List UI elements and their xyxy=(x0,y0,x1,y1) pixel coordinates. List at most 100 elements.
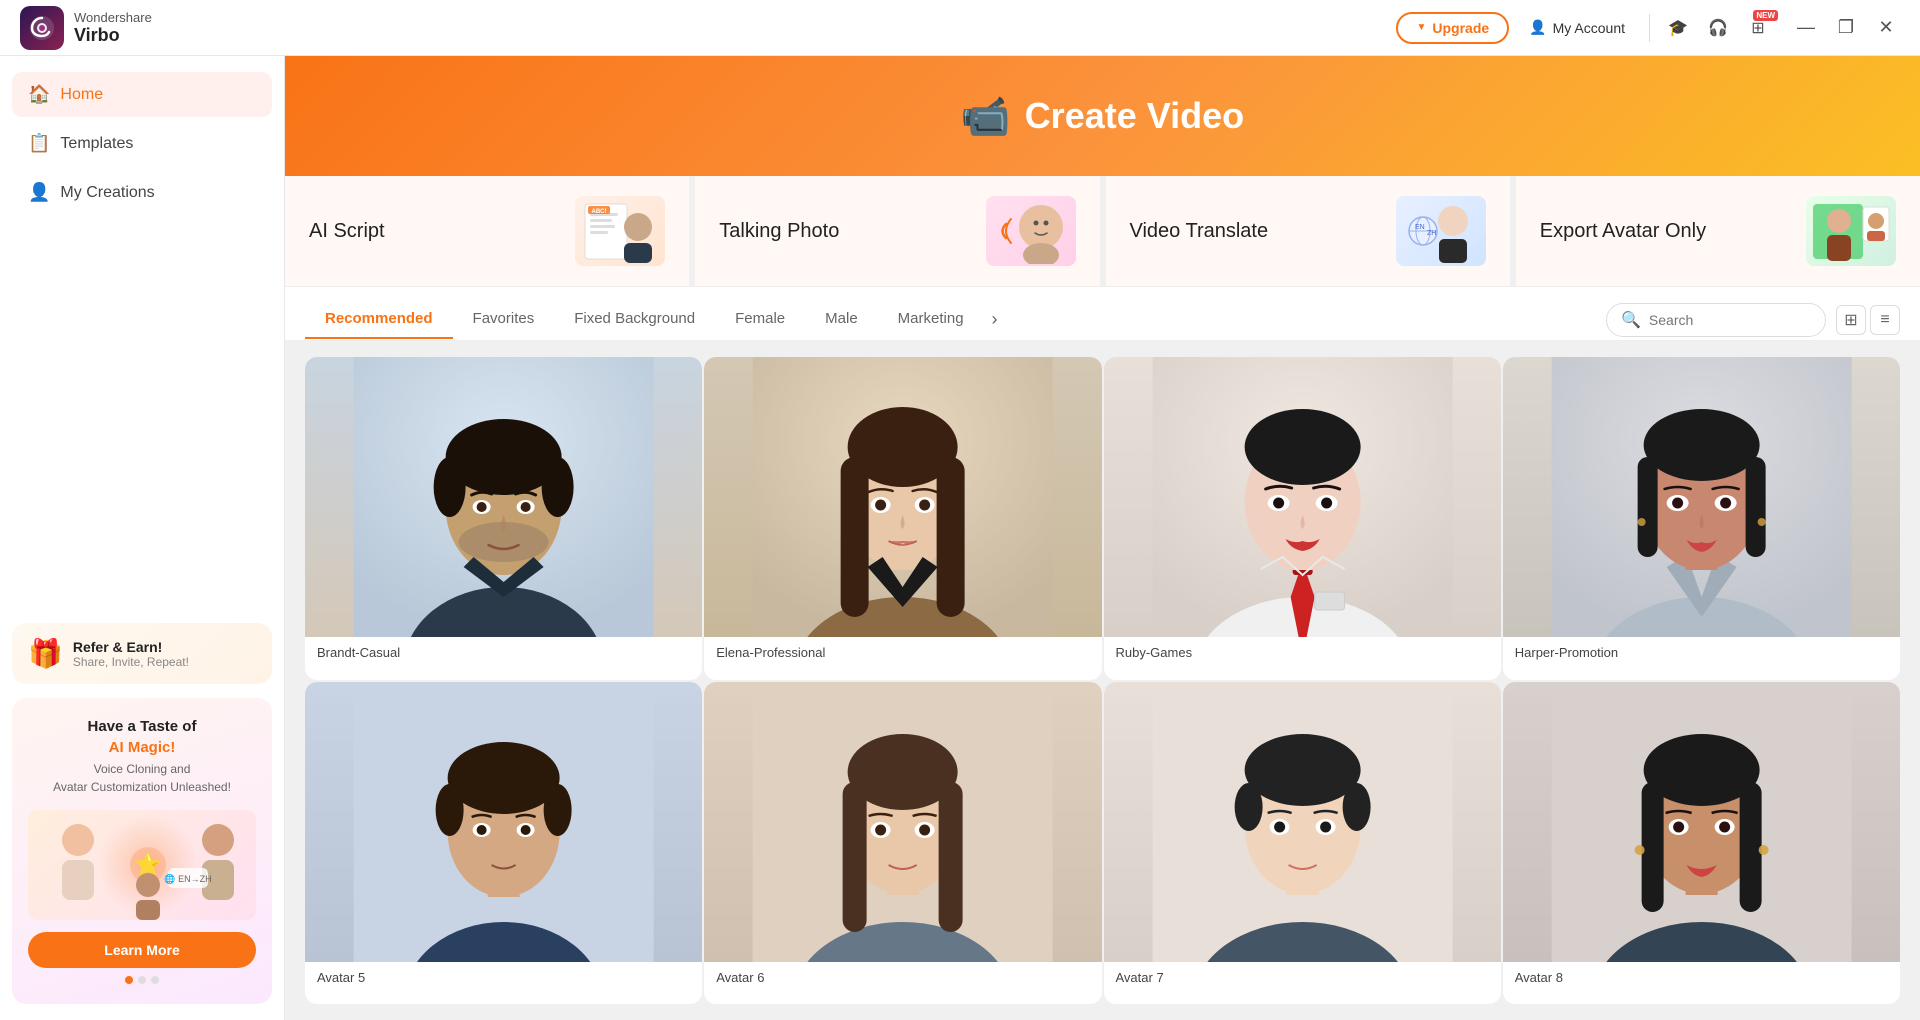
sidebar-item-templates[interactable]: 📋 Templates xyxy=(12,121,272,166)
avatar-section: Recommended Favorites Fixed Background F… xyxy=(285,287,1920,1020)
sidebar-home-label: Home xyxy=(60,86,103,104)
feature-card-ai-script[interactable]: AI Script ABC! xyxy=(285,176,695,286)
ai-script-image: ABC! xyxy=(575,196,665,266)
account-icon: 👤 xyxy=(1529,19,1546,36)
create-video-inner: 📹 Create Video xyxy=(961,93,1244,140)
sidebar-item-my-creations[interactable]: 👤 My Creations xyxy=(12,170,272,215)
create-video-label: Create Video xyxy=(1025,95,1244,137)
logo-icon xyxy=(20,6,64,50)
upgrade-button[interactable]: ▼ Upgrade xyxy=(1396,12,1509,44)
templates-icon: 📋 xyxy=(28,133,50,154)
grid-icon[interactable]: ⊞ NEW xyxy=(1746,16,1770,40)
avatar-brandt-image xyxy=(305,357,702,637)
avatar-harper-image xyxy=(1503,357,1900,637)
sidebar-templates-label: Templates xyxy=(60,135,133,153)
title-bar: Wondershare Virbo ▼ Upgrade 👤 My Account… xyxy=(0,0,1920,56)
avatar-7-name: Avatar 7 xyxy=(1104,962,1501,993)
dot-3 xyxy=(151,976,159,984)
search-input[interactable] xyxy=(1649,312,1811,328)
ai-script-title: AI Script xyxy=(309,220,385,243)
feature-card-video-translate[interactable]: Video Translate EN ZH xyxy=(1106,176,1516,286)
close-button[interactable]: ✕ xyxy=(1872,14,1900,42)
svg-text:ZH: ZH xyxy=(1427,230,1436,237)
minimize-button[interactable]: — xyxy=(1792,14,1820,42)
avatar-ruby-image xyxy=(1104,357,1501,637)
avatar-card-6[interactable]: Avatar 6 xyxy=(704,682,1101,1005)
avatar-card-8[interactable]: Avatar 8 xyxy=(1503,682,1900,1005)
feature-cards: AI Script ABC! xyxy=(285,176,1920,287)
headphone-icon[interactable]: 🎧 xyxy=(1706,16,1730,40)
new-badge: NEW xyxy=(1753,10,1778,21)
graduation-icon[interactable]: 🎓 xyxy=(1666,16,1690,40)
avatar-8-name: Avatar 8 xyxy=(1503,962,1900,993)
dot-1 xyxy=(125,976,133,984)
feature-card-export-avatar[interactable]: Export Avatar Only xyxy=(1516,176,1920,286)
search-box: 🔍 xyxy=(1606,303,1826,337)
ai-magic-desc: Voice Cloning and Avatar Customization U… xyxy=(28,760,256,796)
avatar-brandt-name: Brandt-Casual xyxy=(305,637,702,668)
restore-button[interactable]: ❐ xyxy=(1832,14,1860,42)
sidebar-item-home[interactable]: 🏠 Home xyxy=(12,72,272,117)
avatar-card-7[interactable]: Avatar 7 xyxy=(1104,682,1501,1005)
video-translate-image: EN ZH xyxy=(1396,196,1486,266)
avatar-search-area: 🔍 ⊞ ≡ xyxy=(1586,303,1900,337)
list-view-icon[interactable]: ≡ xyxy=(1870,305,1900,335)
view-icons: ⊞ ≡ xyxy=(1836,305,1900,335)
avatar-8-image xyxy=(1503,682,1900,962)
svg-text:EN: EN xyxy=(1415,224,1425,231)
svg-text:ABC!: ABC! xyxy=(592,209,607,215)
my-creations-icon: 👤 xyxy=(28,182,50,203)
avatar-harper-name: Harper-Promotion xyxy=(1503,637,1900,668)
export-avatar-image xyxy=(1806,196,1896,266)
avatar-card-5[interactable]: Avatar 5 xyxy=(305,682,702,1005)
feature-card-talking-photo[interactable]: Talking Photo xyxy=(695,176,1105,286)
talking-photo-image xyxy=(986,196,1076,266)
upgrade-arrow-icon: ▼ xyxy=(1416,22,1426,33)
my-account-label: My Account xyxy=(1553,20,1625,36)
more-tabs-button[interactable]: › xyxy=(984,299,1006,340)
create-video-banner[interactable]: 📹 Create Video xyxy=(285,56,1920,176)
avatar-6-image xyxy=(704,682,1101,962)
home-icon: 🏠 xyxy=(28,84,50,105)
ai-magic-visual: ⭐ 🌐 EN→ZH xyxy=(28,810,256,920)
my-account-button[interactable]: 👤 My Account xyxy=(1521,15,1633,40)
title-bar-icons: 🎓 🎧 ⊞ NEW xyxy=(1666,16,1770,40)
avatar-ruby-name: Ruby-Games xyxy=(1104,637,1501,668)
carousel-dots xyxy=(28,976,256,984)
logo-brand: Wondershare xyxy=(74,10,152,25)
avatar-card-elena[interactable]: Elena-Professional xyxy=(704,357,1101,680)
ai-magic-title: Have a Taste of xyxy=(28,718,256,735)
tab-favorites[interactable]: Favorites xyxy=(453,300,555,339)
tab-fixed-background[interactable]: Fixed Background xyxy=(554,300,715,339)
refer-emoji-icon: 🎁 xyxy=(28,637,63,670)
main-layout: 🏠 Home 📋 Templates 👤 My Creations 🎁 Refe… xyxy=(0,56,1920,1020)
window-controls: — ❐ ✕ xyxy=(1792,14,1900,42)
avatar-7-image xyxy=(1104,682,1501,962)
refer-earn-title: Refer & Earn! xyxy=(73,639,189,655)
refer-earn-sub: Share, Invite, Repeat! xyxy=(73,655,189,669)
grid-view-icon[interactable]: ⊞ xyxy=(1836,305,1866,335)
avatar-card-harper[interactable]: Harper-Promotion xyxy=(1503,357,1900,680)
export-avatar-title: Export Avatar Only xyxy=(1540,220,1706,243)
avatar-tabs: Recommended Favorites Fixed Background F… xyxy=(285,287,1920,341)
avatar-elena-name: Elena-Professional xyxy=(704,637,1101,668)
avatar-elena-image xyxy=(704,357,1101,637)
tab-male[interactable]: Male xyxy=(805,300,878,339)
avatar-card-ruby[interactable]: Ruby-Games xyxy=(1104,357,1501,680)
avatar-card-brandt[interactable]: Brandt-Casual xyxy=(305,357,702,680)
video-translate-title: Video Translate xyxy=(1130,220,1269,243)
search-icon: 🔍 xyxy=(1621,310,1641,330)
avatar-6-name: Avatar 6 xyxy=(704,962,1101,993)
tab-female[interactable]: Female xyxy=(715,300,805,339)
upgrade-label: Upgrade xyxy=(1432,20,1489,36)
app-logo: Wondershare Virbo xyxy=(0,0,285,56)
divider xyxy=(1649,14,1650,42)
logo-name: Virbo xyxy=(74,25,152,46)
tab-marketing[interactable]: Marketing xyxy=(878,300,984,339)
title-bar-right: ▼ Upgrade 👤 My Account 🎓 🎧 ⊞ NEW — ❐ ✕ xyxy=(1396,12,1900,44)
learn-more-button[interactable]: Learn More xyxy=(28,932,256,968)
refer-earn-card[interactable]: 🎁 Refer & Earn! Share, Invite, Repeat! xyxy=(12,623,272,684)
svg-text:🌐 EN→ZH: 🌐 EN→ZH xyxy=(164,873,211,884)
ai-magic-highlight: AI Magic! xyxy=(28,739,256,756)
tab-recommended[interactable]: Recommended xyxy=(305,300,453,339)
